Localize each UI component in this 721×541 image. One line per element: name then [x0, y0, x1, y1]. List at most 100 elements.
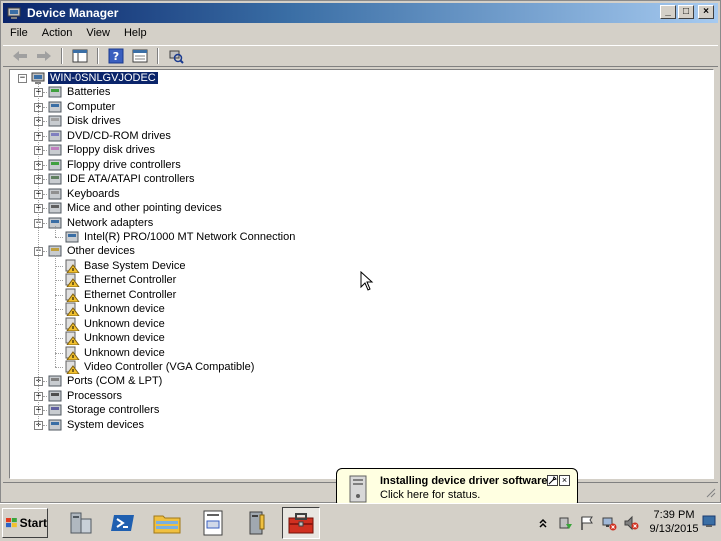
- tree-node-label: Base System Device: [84, 259, 186, 272]
- start-button[interactable]: Start: [2, 508, 48, 538]
- tree-connector: [55, 280, 63, 282]
- storage-controller-icon: [48, 404, 62, 416]
- network-card-icon: [65, 231, 79, 243]
- server-manager-icon: [70, 512, 92, 534]
- tree-category[interactable]: Processors: [47, 389, 124, 403]
- tree-category[interactable]: Floppy drive controllers: [47, 158, 183, 172]
- dvd-drive-icon: [48, 130, 62, 142]
- toolbar-separator: [157, 48, 159, 64]
- tree-category[interactable]: Other devices: [47, 244, 137, 258]
- show-desktop-icon[interactable]: [702, 514, 716, 528]
- ide-controller-icon: [48, 173, 62, 185]
- wrench-icon: [548, 476, 557, 485]
- unknown-device-warning-icon: [65, 273, 80, 288]
- menu-view[interactable]: View: [79, 25, 117, 43]
- tree-device[interactable]: Ethernet Controller: [64, 288, 178, 302]
- unknown-device-warning-icon: [65, 288, 80, 302]
- tree-connector: [43, 222, 47, 224]
- resize-grip-icon[interactable]: [704, 486, 716, 498]
- document-vga-icon: [203, 510, 223, 536]
- tree-device[interactable]: Ethernet Controller: [64, 273, 178, 288]
- menu-file[interactable]: File: [3, 25, 35, 43]
- processor-icon: [48, 390, 62, 402]
- tree-category[interactable]: DVD/CD-ROM drives: [47, 129, 173, 143]
- maximize-button[interactable]: □: [678, 5, 694, 19]
- tree-root[interactable]: WIN-0SNLGVJODEC: [30, 71, 158, 85]
- taskbar-device-manager[interactable]: [282, 507, 320, 539]
- mouse-icon: [48, 202, 62, 214]
- tree-category[interactable]: Storage controllers: [47, 403, 161, 417]
- taskbar: Start 7:39 PM 9/13/2015: [0, 503, 721, 541]
- tree-category[interactable]: Network adapters: [47, 216, 155, 230]
- unknown-device-warning-icon: [65, 259, 80, 273]
- tree-category[interactable]: Disk drives: [47, 114, 123, 128]
- tree-device[interactable]: Unknown device: [64, 317, 167, 331]
- show-hidden-icons-button[interactable]: [534, 515, 552, 531]
- taskbar-server-manager[interactable]: [62, 507, 100, 539]
- taskbar-explorer[interactable]: [148, 507, 186, 539]
- tree-category[interactable]: IDE ATA/ATAPI controllers: [47, 172, 197, 186]
- tray-clock[interactable]: 7:39 PM 9/13/2015: [648, 508, 700, 536]
- window-controls: _ □ ×: [660, 5, 714, 19]
- menu-help[interactable]: Help: [117, 25, 154, 43]
- tree-connector: [55, 225, 56, 237]
- tree-category[interactable]: Mice and other pointing devices: [47, 201, 224, 215]
- tree-node-label: DVD/CD-ROM drives: [67, 129, 171, 142]
- scan-hardware-button[interactable]: [165, 47, 187, 65]
- tree-connector: [43, 150, 47, 152]
- properties-button[interactable]: [129, 47, 151, 65]
- tray-device-install[interactable]: [556, 515, 574, 531]
- mouse-pointer-icon: [360, 271, 374, 291]
- tray-volume[interactable]: [622, 515, 640, 531]
- window-title: Device Manager: [27, 6, 119, 20]
- taskbar-vga-document[interactable]: [194, 507, 232, 539]
- forward-button[interactable]: [33, 47, 55, 65]
- tree-node-label: Storage controllers: [67, 404, 160, 417]
- battery-icon: [48, 86, 62, 98]
- taskbar-system-tools[interactable]: [238, 507, 276, 539]
- tree-node-label: Video Controller (VGA Compatible): [84, 361, 255, 373]
- tree-category[interactable]: Keyboards: [47, 187, 122, 201]
- back-button[interactable]: [9, 47, 31, 65]
- menu-action[interactable]: Action: [35, 25, 80, 43]
- tree-device[interactable]: Unknown device: [64, 346, 167, 360]
- tree-device[interactable]: Video Controller (VGA Compatible): [64, 360, 256, 374]
- collapse-toggle[interactable]: −: [18, 74, 27, 83]
- tree-category[interactable]: Batteries: [47, 85, 112, 99]
- tree-category[interactable]: Ports (COM & LPT): [47, 374, 164, 388]
- minimize-button[interactable]: _: [660, 5, 676, 19]
- tree-device[interactable]: Unknown device: [64, 302, 167, 317]
- tree-device[interactable]: Unknown device: [64, 331, 167, 346]
- powershell-icon: [111, 515, 134, 531]
- notification-options-button[interactable]: [547, 475, 558, 486]
- svg-text:?: ?: [113, 50, 119, 63]
- help-button[interactable]: ?: [105, 47, 127, 65]
- driver-install-notification[interactable]: Installing device driver software Click …: [336, 468, 578, 508]
- tray-network[interactable]: [600, 515, 618, 531]
- windows-logo-icon: [6, 518, 17, 528]
- tree-category[interactable]: System devices: [47, 418, 146, 432]
- port-icon: [48, 375, 62, 387]
- tree-node-label: Disk drives: [67, 115, 121, 128]
- tree-connector: [38, 83, 39, 425]
- tree-connector: [43, 193, 47, 195]
- notification-close-button[interactable]: ×: [559, 475, 570, 486]
- title-bar[interactable]: Device Manager _ □ ×: [3, 3, 718, 23]
- tree-connector: [55, 323, 63, 325]
- tree-category[interactable]: Floppy disk drives: [47, 143, 157, 157]
- tree-device[interactable]: Intel(R) PRO/1000 MT Network Connection: [64, 230, 297, 244]
- tree-connector: [43, 251, 47, 253]
- notification-text: Click here for status.: [380, 489, 481, 501]
- show-hide-console-tree-button[interactable]: [69, 47, 91, 65]
- tree-connector: [43, 410, 47, 412]
- tray-action-center[interactable]: [578, 515, 596, 531]
- tree-device[interactable]: Base System Device: [64, 259, 187, 273]
- tree-node-label: Unknown device: [84, 346, 165, 359]
- floppy-controller-icon: [48, 159, 62, 171]
- tree-node-label: Other devices: [67, 245, 135, 258]
- close-button[interactable]: ×: [698, 5, 714, 19]
- taskbar-powershell[interactable]: [104, 507, 142, 539]
- notification-title: Installing device driver software: [380, 475, 548, 487]
- tree-category[interactable]: Computer: [47, 100, 117, 114]
- toolbox-icon: [288, 513, 314, 534]
